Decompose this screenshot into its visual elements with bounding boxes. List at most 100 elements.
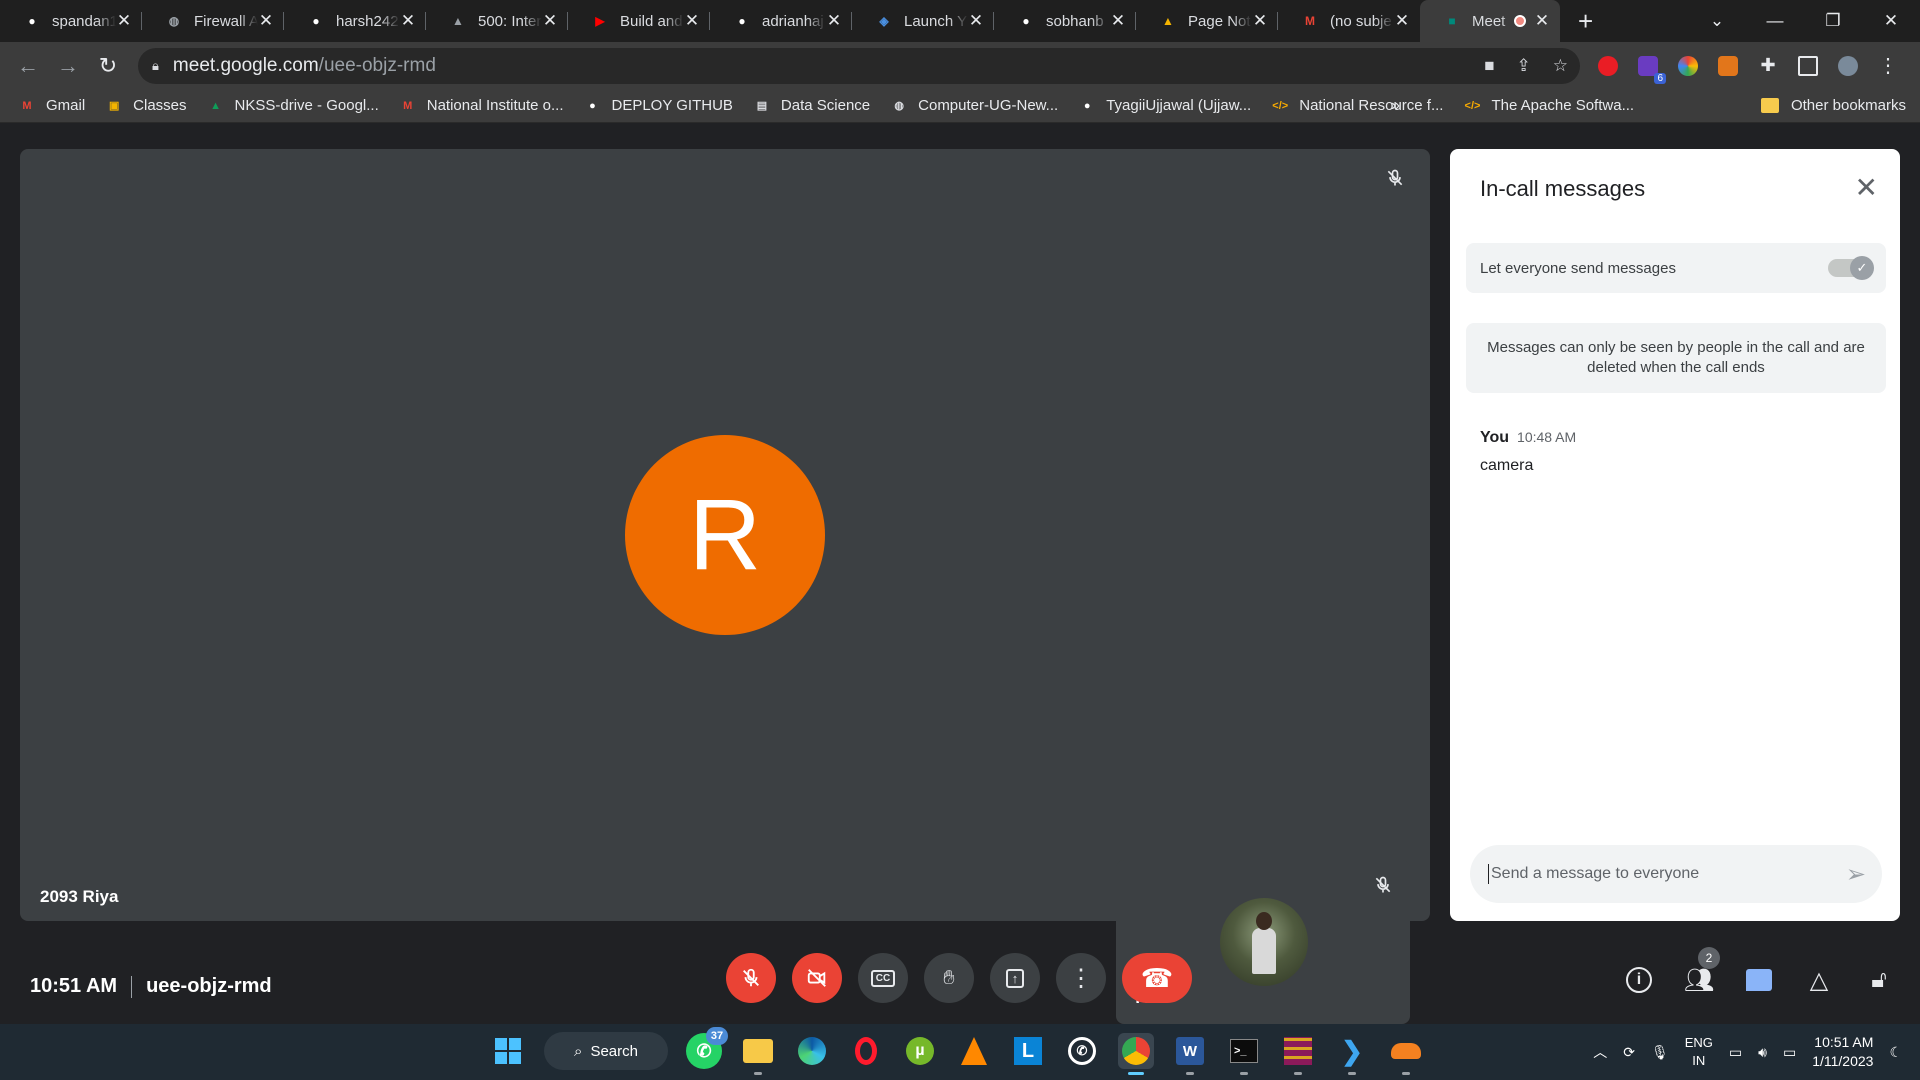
extensions-puzzle-icon[interactable]: ✚ (1758, 55, 1778, 76)
tab-2[interactable]: ● harsh242 ✕ (284, 0, 426, 42)
edge-icon[interactable] (794, 1033, 830, 1069)
network-icon[interactable]: ▭ (1729, 1044, 1742, 1061)
send-icon[interactable]: ➢ (1846, 860, 1866, 889)
extension-red-icon[interactable] (1598, 55, 1618, 76)
send-messages-toggle[interactable]: ✓ (1828, 256, 1874, 280)
vscode-icon[interactable]: ❯ (1334, 1033, 1370, 1075)
minimize-button[interactable]: — (1746, 11, 1804, 31)
tab-0[interactable]: ● spandan1 ✕ (0, 0, 142, 42)
tab-9[interactable]: M (no subje ✕ (1278, 0, 1420, 42)
tab-10[interactable]: ■ Meet ✕ (1420, 0, 1560, 42)
opera-icon[interactable] (848, 1033, 884, 1069)
bookmark-label: TyagiiUjjawal (Ujjaw... (1106, 97, 1252, 114)
leave-call-button[interactable]: ☎︎ (1122, 953, 1192, 1003)
bookmark-star-icon[interactable]: ☆ (1553, 56, 1568, 76)
url-text: meet.google.com/uee-objz-rmd (172, 55, 436, 76)
extension-purple-icon[interactable]: 6 (1638, 55, 1666, 84)
whatsapp-taskbar-icon[interactable]: ✆ 37 (686, 1027, 728, 1069)
tab-4[interactable]: ▶ Build and ✕ (568, 0, 710, 42)
tab-5[interactable]: ● adrianhaj ✕ (710, 0, 852, 42)
utorrent-icon[interactable]: µ (902, 1033, 938, 1069)
restore-button[interactable]: ❐ (1804, 11, 1862, 31)
close-tab-icon[interactable]: ✕ (1394, 11, 1410, 31)
close-tab-icon[interactable]: ✕ (684, 11, 700, 31)
battery-icon[interactable]: ▭ (1783, 1044, 1796, 1061)
start-button[interactable] (490, 1033, 526, 1069)
metamask-icon[interactable] (1718, 55, 1738, 76)
tab-7[interactable]: ● sobhanb ✕ (994, 0, 1136, 42)
bookmark-6[interactable]: ◍ Computer-UG-New... (890, 97, 1058, 115)
close-panel-icon[interactable]: ✕ (1855, 171, 1878, 204)
side-panel-icon[interactable] (1798, 55, 1818, 76)
whatsapp-desktop-icon[interactable]: ✆ (1064, 1033, 1100, 1069)
share-icon[interactable]: ⇪ (1517, 56, 1531, 76)
bookmarks-overflow-button[interactable]: » (1391, 97, 1400, 115)
camera-in-use-icon[interactable]: ■ (1484, 56, 1494, 76)
browser-menu-icon[interactable]: ⋮ (1878, 55, 1898, 77)
cloud-app-icon[interactable] (1388, 1033, 1424, 1075)
present-button[interactable]: ↑ (990, 953, 1040, 1003)
close-tab-icon[interactable]: ✕ (258, 11, 274, 31)
taskbar-search[interactable]: ⌕ Search (544, 1032, 668, 1070)
tab-3[interactable]: ▲ 500: Inter ✕ (426, 0, 568, 42)
clock[interactable]: 10:51 AM 1/11/2023 (1812, 1033, 1873, 1071)
file-explorer-icon[interactable] (740, 1033, 776, 1075)
chrome-icon[interactable] (1118, 1033, 1154, 1075)
close-tab-icon[interactable]: ✕ (1252, 11, 1268, 31)
close-tab-icon[interactable]: ✕ (400, 11, 416, 31)
captions-button[interactable]: CC (858, 953, 908, 1003)
terminal-icon[interactable]: >_ (1226, 1033, 1262, 1075)
bookmark-7[interactable]: ● TyagiiUjjawal (Ujjaw... (1078, 97, 1251, 115)
meeting-info-button[interactable]: i (1622, 963, 1656, 997)
message-input[interactable]: Send a message to everyone ➢ (1470, 845, 1882, 903)
close-tab-icon[interactable]: ✕ (1110, 11, 1126, 31)
notifications-icon[interactable]: ☾ (1889, 1044, 1902, 1061)
back-icon[interactable]: ← (8, 53, 48, 79)
close-tab-icon[interactable]: ✕ (116, 11, 132, 31)
forward-icon[interactable]: → (48, 53, 88, 79)
sync-icon[interactable]: ⟳ (1623, 1044, 1635, 1061)
participant-tile-main[interactable]: R 2093 Riya (20, 149, 1430, 921)
volume-icon[interactable]: 🔊︎ (1758, 1044, 1767, 1061)
winrar-icon[interactable] (1280, 1033, 1316, 1075)
bookmark-0[interactable]: M Gmail (18, 97, 85, 115)
other-bookmarks[interactable]: Other bookmarks (1760, 97, 1906, 114)
host-controls-button[interactable]: 🔓︎ (1862, 963, 1896, 997)
bookmark-3[interactable]: M National Institute o... (399, 97, 563, 115)
bookmark-1[interactable]: ▣ Classes (105, 97, 187, 115)
people-button[interactable]: 👥︎ 2 (1682, 947, 1720, 997)
close-tab-icon[interactable]: ✕ (826, 11, 842, 31)
bookmark-4[interactable]: ● DEPLOY GITHUB (584, 97, 733, 115)
close-tab-icon[interactable]: ✕ (1534, 11, 1550, 31)
tray-overflow-icon[interactable]: ︿ (1593, 1042, 1607, 1062)
camera-toggle-button[interactable] (792, 953, 842, 1003)
l-app-icon[interactable]: L (1010, 1033, 1046, 1069)
more-options-button[interactable]: ⋮ (1056, 953, 1106, 1003)
raise-hand-button[interactable]: ✋︎ (924, 953, 974, 1003)
tab-6[interactable]: ◈ Launch Y ✕ (852, 0, 994, 42)
word-icon[interactable]: W (1172, 1033, 1208, 1075)
close-tab-icon[interactable]: ✕ (968, 11, 984, 31)
language-indicator[interactable]: ENG IN (1685, 1034, 1713, 1070)
tab-1[interactable]: ◍ Firewall A ✕ (142, 0, 284, 42)
omnibox[interactable]: 🔒︎ meet.google.com/uee-objz-rmd ■ ⇪ ☆ (138, 48, 1580, 84)
mic-toggle-button[interactable] (726, 953, 776, 1003)
close-window-button[interactable]: ✕ (1862, 11, 1920, 31)
lock-icon[interactable]: 🔒︎ (152, 58, 159, 74)
bookmark-2[interactable]: ▲ NKSS-drive - Googl... (207, 97, 379, 115)
reload-icon[interactable]: ↻ (88, 53, 128, 79)
bookmark-8[interactable]: </> National Resource f... (1271, 97, 1443, 115)
close-tab-icon[interactable]: ✕ (542, 11, 558, 31)
profile-avatar[interactable] (1838, 55, 1858, 76)
messages-notice: Messages can only be seen by people in t… (1466, 323, 1886, 393)
activities-button[interactable]: △ (1802, 963, 1836, 997)
microphone-icon[interactable]: 🎙︎ (1651, 1044, 1669, 1061)
tab-search-icon[interactable]: ⌄ (1688, 11, 1746, 31)
tab-8[interactable]: ▲ Page Not ✕ (1136, 0, 1278, 42)
chat-button[interactable] (1742, 963, 1776, 997)
bookmark-9[interactable]: </> The Apache Softwa... (1463, 97, 1635, 115)
extension-color-icon[interactable] (1678, 55, 1698, 76)
new-tab-button[interactable]: + (1578, 6, 1593, 37)
vlc-icon[interactable] (956, 1033, 992, 1069)
bookmark-5[interactable]: ▤ Data Science (753, 97, 870, 115)
